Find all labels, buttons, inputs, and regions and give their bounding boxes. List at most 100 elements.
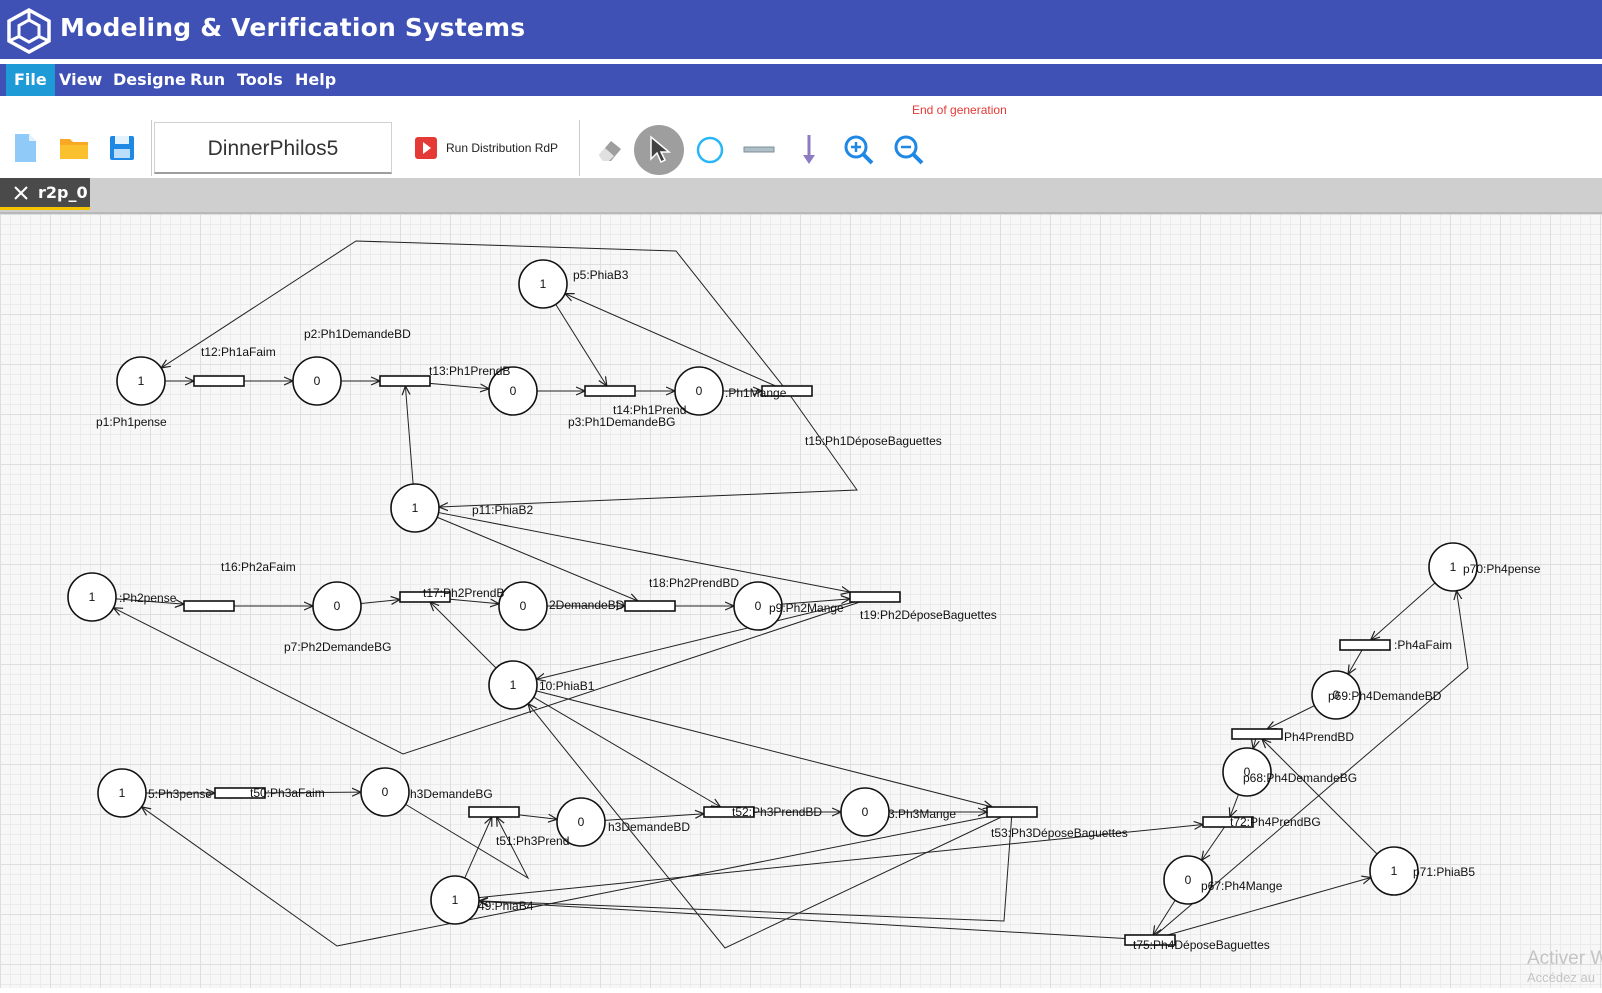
transition-t19[interactable] [849,591,901,603]
transition-t51[interactable] [468,806,520,818]
place-label: p67:Ph4Mange [1201,879,1283,893]
menu-file[interactable]: File [6,64,55,96]
place-token-count: 1 [540,277,547,291]
cube-logo-icon [7,8,51,54]
transition-label: t15:Ph1DéposeBaguettes [805,434,942,448]
arc-p5-t14[interactable] [555,304,607,386]
transition-label: :Ph4aFaim [1394,638,1452,652]
place-token-count: 0 [510,384,517,398]
arc-t15-p5[interactable] [565,294,776,387]
title-bar: Modeling & Verification Systems [0,0,1602,59]
arc-t51-p47[interactable] [518,815,557,819]
arc-p69-t73[interactable] [1267,705,1315,729]
transition-label: t19:Ph2DéposeBaguettes [860,608,997,622]
petri-net-diagram[interactable]: 1 00 01110 0 011 000110001 p1:Ph1pensep2:Ph1D… [0,214,1602,988]
place-token-count: 1 [510,678,517,692]
transition-t13[interactable] [379,375,431,387]
transition-label: t12:Ph1aFaim [201,345,276,359]
arc-p71-t73[interactable] [1262,739,1378,855]
toolbar-separator [151,120,152,176]
place-token-count: 1 [452,893,459,907]
place-label: p5:PhiaB3 [573,268,629,282]
place-label: p3:Ph1DemandeBG [568,415,675,429]
menu-run[interactable]: Run [182,64,233,96]
save-icon[interactable] [105,131,139,165]
tab-bar: r2p_0 [0,178,1602,214]
arc-t75-p49[interactable] [479,901,1126,940]
arc-p70-t72[interactable] [1371,582,1436,640]
place-token-count: 1 [119,786,126,800]
transition-t53[interactable] [986,806,1038,818]
transition-label: t18:Ph2PrendBD [649,576,739,590]
transition-label: t51:Ph3Prend [496,834,569,848]
place-label: 3:Ph3Mange [888,807,956,821]
eraser-icon[interactable] [593,133,627,167]
menu-designe[interactable]: Designe [105,64,194,96]
place-token-count: 0 [314,374,321,388]
transition-tool-icon[interactable] [742,133,776,167]
arc-p67-t75[interactable] [1153,900,1176,935]
arc-t72-p69[interactable] [1348,649,1363,674]
place-label: p11:PhiaB2 [472,503,533,517]
transition-t12[interactable] [193,375,245,387]
play-icon [415,137,437,159]
arc-p11-t19[interactable] [438,512,850,593]
arc-p11-t13[interactable] [405,386,414,485]
transition-label: Ph4PrendBD [1284,730,1354,744]
arc-t13-p3[interactable] [429,382,489,388]
transition-t73[interactable] [1231,728,1283,740]
tab-r2p-0[interactable]: r2p_0 [0,178,90,210]
menu-help[interactable]: Help [287,64,344,96]
run-distribution-label: Run Distribution RdP [446,141,559,155]
place-label: h3DemandeBG [410,787,493,801]
place-token-count: 1 [89,590,96,604]
arc-p10-t17[interactable] [430,602,497,669]
arc-t73-p68[interactable] [1253,738,1256,749]
arc-p68-t74[interactable] [1230,794,1239,817]
run-distribution-button[interactable]: Run Distribution RdP [415,133,558,163]
menu-tools[interactable]: Tools [229,64,291,96]
transition-t14[interactable] [584,385,636,397]
toolbar-separator [579,120,580,176]
transition-t18[interactable] [624,600,676,612]
new-file-icon[interactable] [8,131,42,165]
windows-activation-watermark-sub: Accédez au [1527,970,1595,985]
arc-tool-icon[interactable] [792,133,826,167]
place-token-count: 0 [1185,873,1192,887]
place-label: p7:Ph2DemandeBG [284,640,391,654]
place-token-count: 0 [382,785,389,799]
arc-p10-t53[interactable] [536,690,992,807]
transition-t72[interactable] [1339,639,1391,651]
arc-t74-p67[interactable] [1202,826,1225,860]
app-title: Modeling & Verification Systems [60,13,526,42]
place-label: :Ph1Mange [725,386,787,400]
place-token-count: 0 [862,805,869,819]
place-label: h3DemandeBD [608,820,690,834]
place-token-count: 0 [755,599,762,613]
windows-activation-watermark: Activer W [1527,948,1602,969]
place-tool-icon[interactable] [693,133,727,167]
open-folder-icon[interactable] [57,131,91,165]
transition-label: t17:Ph2PrendB [423,586,504,600]
place-label: p69:Ph4DemandeBD [1328,689,1442,703]
transition-label: t72:Ph4PrendBG [1230,815,1321,829]
place-label: :Ph2pense [119,591,177,605]
petri-net-canvas[interactable]: 100011100011000110001 p1:Ph1pense p2:Ph1D… [0,214,1602,988]
menu-bar: File View Designe Run Tools Help [0,64,1602,96]
place-label: p70:Ph4pense [1463,562,1541,576]
cursor-icon [650,135,672,164]
transition-t16[interactable] [183,600,235,612]
menu-view[interactable]: View [51,64,110,96]
place-token-count: 1 [1450,560,1457,574]
arc-p7-t17[interactable] [360,600,400,604]
place-token-count: 1 [138,374,145,388]
close-icon[interactable] [12,184,30,202]
zoom-out-icon[interactable] [892,133,926,167]
place-label: p68:Ph4DemandeBG [1243,771,1357,785]
select-tool-button[interactable] [634,125,684,175]
arc-p49-t51[interactable] [464,817,492,879]
place-token-count: 1 [412,501,419,515]
place-label: 10:PhiaB1 [539,679,595,693]
zoom-in-icon[interactable] [842,133,876,167]
file-name-field[interactable]: DinnerPhilos5 [154,122,392,174]
